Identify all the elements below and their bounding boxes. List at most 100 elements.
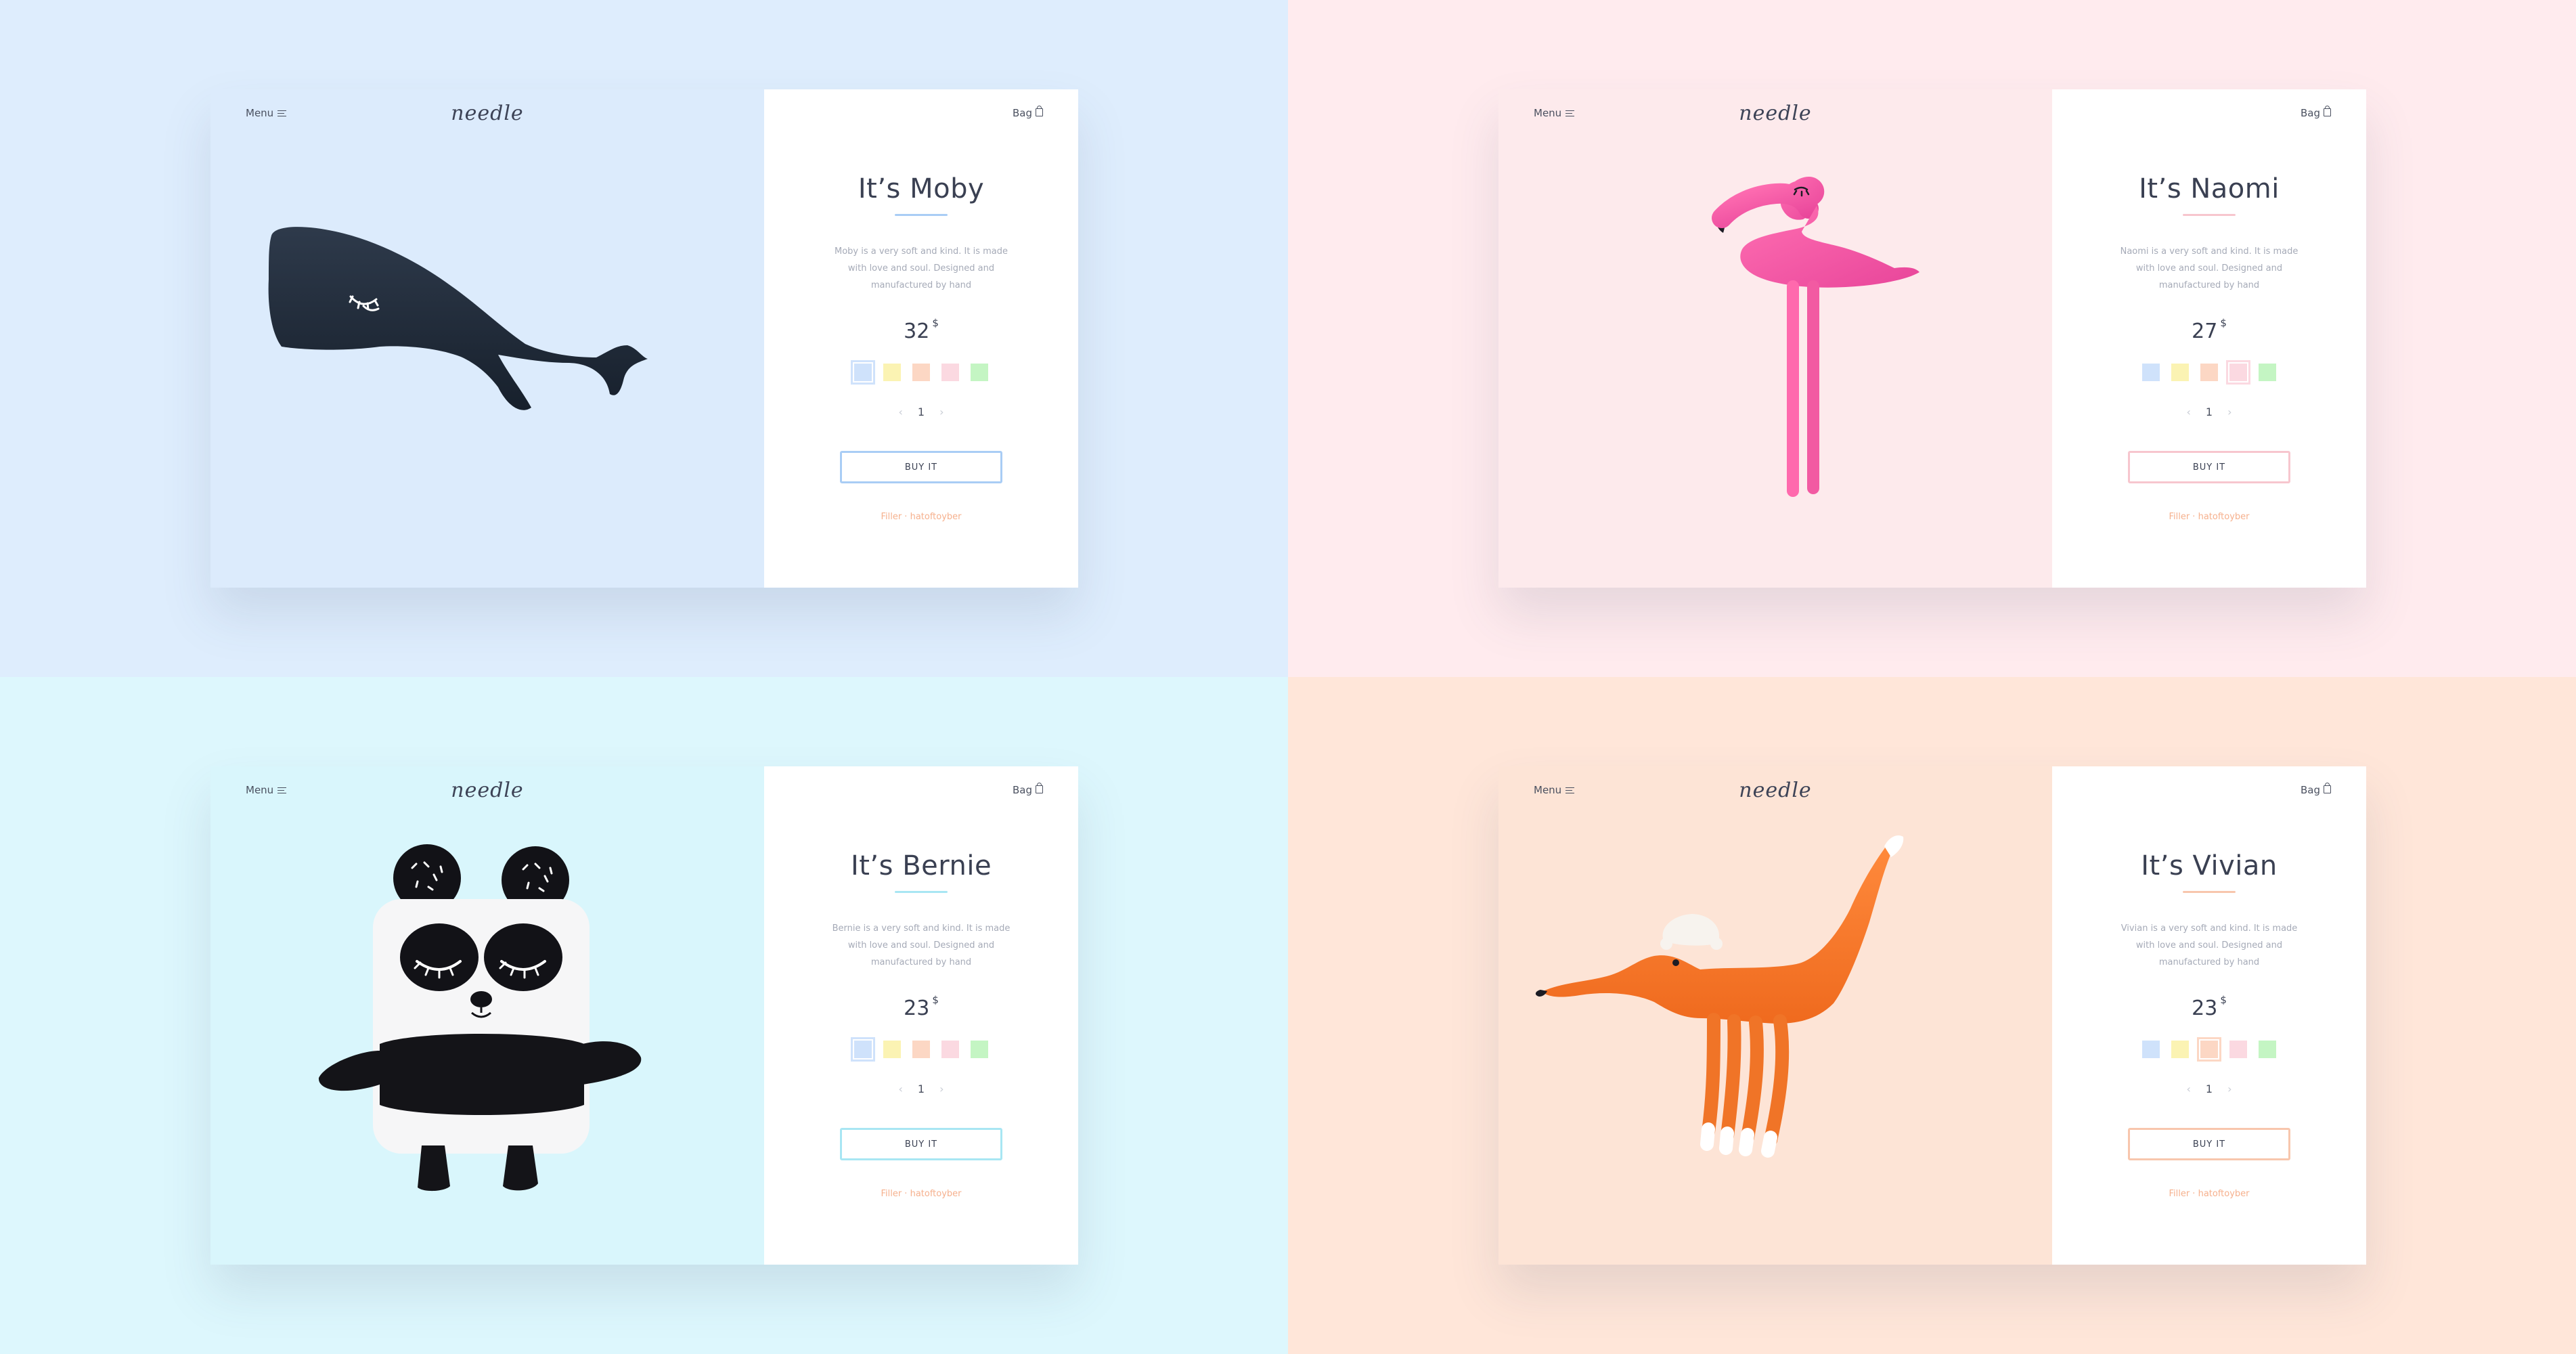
decrement-arrow-icon[interactable]: ‹: [2187, 406, 2191, 418]
bag-button[interactable]: Bag: [2300, 106, 2331, 119]
product-stage: Menu needle: [210, 89, 764, 588]
increment-arrow-icon[interactable]: ›: [2227, 406, 2231, 418]
price-value: 23: [904, 997, 930, 1020]
decrement-arrow-icon[interactable]: ‹: [2187, 1083, 2191, 1095]
bag-button[interactable]: Bag: [1012, 783, 1043, 796]
quadrant-moby: Menu needle Bag It’s Moby Moby is a very…: [0, 0, 1288, 677]
product-panel: Bag It’s Naomi Naomi is a very soft and …: [2052, 89, 2366, 588]
quantity-value: 1: [2205, 1083, 2213, 1095]
product-title: It’s Moby: [858, 173, 985, 204]
product-price: 27 $: [2052, 317, 2366, 343]
product-title: It’s Vivian: [2141, 850, 2278, 881]
color-swatch[interactable]: [912, 1041, 930, 1058]
bag-button[interactable]: Bag: [2300, 783, 2331, 796]
color-swatch[interactable]: [971, 1041, 988, 1058]
product-card-naomi: Menu needle Bag It’s Naomi Naomi is a ve…: [1498, 89, 2366, 588]
product-description: Moby is a very soft and kind. It is made…: [835, 246, 1008, 290]
color-swatch[interactable]: [971, 364, 988, 381]
buy-button[interactable]: BUY IT: [2128, 1128, 2290, 1160]
color-swatches: [764, 1037, 1078, 1062]
color-swatch[interactable]: [912, 364, 930, 381]
price-value: 27: [2192, 320, 2218, 343]
product-card-moby: Menu needle Bag It’s Moby Moby is a very…: [210, 89, 1078, 588]
fox-illustration: [1535, 835, 1904, 1158]
quantity-value: 1: [917, 1083, 925, 1095]
color-swatch[interactable]: [2229, 1041, 2247, 1058]
color-swatch[interactable]: [941, 1041, 959, 1058]
product-description: Vivian is a very soft and kind. It is ma…: [2120, 923, 2298, 967]
bag-icon: [1036, 783, 1043, 793]
whale-illustration: [268, 227, 648, 410]
quantity-stepper: ‹ 1 ›: [764, 406, 1078, 418]
title-underline: [895, 891, 948, 893]
product-card-bernie: Menu needle Bag It’s Bernie Bernie is a …: [210, 766, 1078, 1265]
color-swatch[interactable]: [2259, 1041, 2276, 1058]
buy-button[interactable]: BUY IT: [840, 451, 1002, 483]
color-swatch[interactable]: [883, 364, 901, 381]
product-price: 23 $: [764, 994, 1078, 1020]
currency-symbol: $: [2220, 317, 2227, 329]
color-swatches: [2052, 1037, 2366, 1062]
title-underline: [2183, 891, 2236, 893]
buy-button[interactable]: BUY IT: [840, 1128, 1002, 1160]
bag-label: Bag: [2300, 107, 2320, 119]
product-stage: Menu needle: [1498, 766, 2052, 1265]
increment-arrow-icon[interactable]: ›: [939, 1083, 943, 1095]
color-swatch[interactable]: [2142, 1041, 2160, 1058]
bag-icon: [2324, 106, 2331, 116]
title-underline: [2183, 214, 2236, 216]
product-stage: Menu needle: [210, 766, 764, 1265]
title-underline: [895, 214, 948, 216]
color-swatch[interactable]: [941, 364, 959, 381]
color-swatches: [764, 360, 1078, 385]
product-panel: Bag It’s Moby Moby is a very soft and ki…: [764, 89, 1078, 588]
product-description: Bernie is a very soft and kind. It is ma…: [832, 923, 1011, 967]
increment-arrow-icon[interactable]: ›: [939, 406, 943, 418]
product-panel: Bag It’s Vivian Vivian is a very soft an…: [2052, 766, 2366, 1265]
color-swatch[interactable]: [2171, 364, 2189, 381]
product-description: Naomi is a very soft and kind. It is mad…: [2120, 246, 2299, 290]
quadrant-naomi: Menu needle Bag It’s Naomi Naomi is a ve…: [1288, 0, 2576, 677]
quantity-value: 1: [917, 406, 925, 418]
color-swatch[interactable]: [2142, 364, 2160, 381]
currency-symbol: $: [932, 317, 939, 329]
price-value: 32: [904, 320, 930, 343]
credit-link[interactable]: Filler · hatoftoyber: [2052, 1189, 2366, 1199]
currency-symbol: $: [2220, 994, 2227, 1006]
color-swatch[interactable]: [2226, 360, 2250, 385]
product-title: It’s Bernie: [850, 850, 992, 881]
credit-link[interactable]: Filler · hatoftoyber: [764, 1189, 1078, 1199]
currency-symbol: $: [932, 994, 939, 1006]
panda-illustration: [318, 844, 642, 1192]
color-swatch[interactable]: [2200, 364, 2218, 381]
credit-link[interactable]: Filler · hatoftoyber: [764, 512, 1078, 522]
quantity-stepper: ‹ 1 ›: [2052, 406, 2366, 418]
color-swatches: [2052, 360, 2366, 385]
product-stage: Menu needle: [1498, 89, 2052, 588]
price-value: 23: [2192, 997, 2218, 1020]
decrement-arrow-icon[interactable]: ‹: [899, 406, 903, 418]
product-panel: Bag It’s Bernie Bernie is a very soft an…: [764, 766, 1078, 1265]
bag-label: Bag: [1012, 784, 1032, 796]
color-swatch[interactable]: [883, 1041, 901, 1058]
bag-label: Bag: [1012, 107, 1032, 119]
bag-label: Bag: [2300, 784, 2320, 796]
decrement-arrow-icon[interactable]: ‹: [899, 1083, 903, 1095]
credit-link[interactable]: Filler · hatoftoyber: [2052, 512, 2366, 522]
increment-arrow-icon[interactable]: ›: [2227, 1083, 2231, 1095]
product-price: 23 $: [2052, 994, 2366, 1020]
color-swatch[interactable]: [2197, 1037, 2221, 1062]
product-card-vivian: Menu needle Bag It’s Vivian Vivian is a …: [1498, 766, 2366, 1265]
bag-icon: [2324, 783, 2331, 793]
color-swatch[interactable]: [851, 1037, 875, 1062]
quantity-stepper: ‹ 1 ›: [2052, 1083, 2366, 1095]
quadrant-bernie: Menu needle Bag It’s Bernie Bernie is a …: [0, 677, 1288, 1354]
quantity-value: 1: [2205, 406, 2213, 418]
color-swatch[interactable]: [2259, 364, 2276, 381]
buy-button[interactable]: BUY IT: [2128, 451, 2290, 483]
bag-button[interactable]: Bag: [1012, 106, 1043, 119]
flamingo-illustration: [1712, 177, 1919, 497]
color-swatch[interactable]: [851, 360, 875, 385]
product-title: It’s Naomi: [2139, 173, 2280, 204]
color-swatch[interactable]: [2171, 1041, 2189, 1058]
